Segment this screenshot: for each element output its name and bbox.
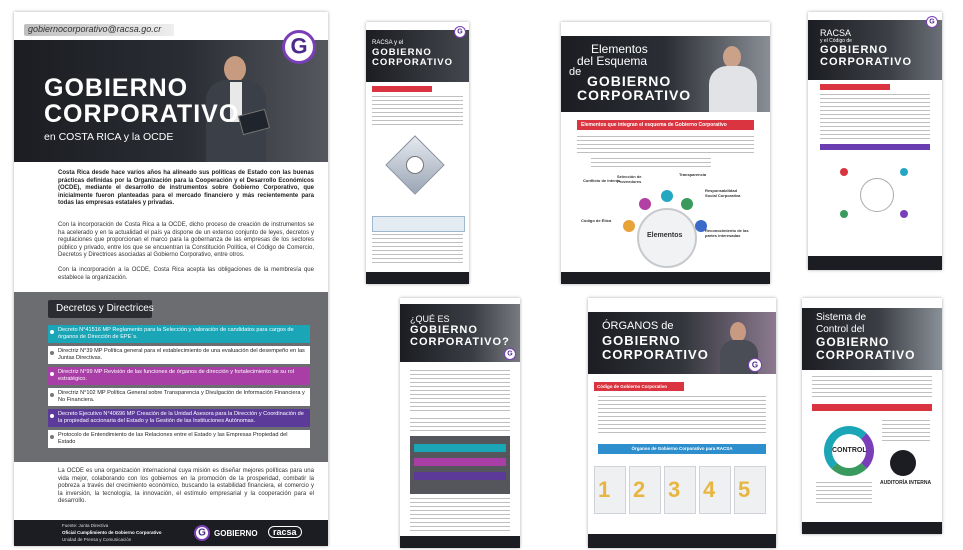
thumb3-title-3: GOBIERNO xyxy=(820,44,888,56)
thumb5-title-3: CORPORATIVO xyxy=(602,347,709,362)
thumb-elementos-esquema: Elementos del Esquema de GOBIERNO CORPOR… xyxy=(561,22,770,284)
decree-text: Directriz N°39 MP Política general para … xyxy=(58,348,305,361)
thumb5-title-2: GOBIERNO xyxy=(602,333,681,348)
element-label: Transparencia xyxy=(679,172,707,177)
decree-item: Protocolo de Entendimiento de las Relaci… xyxy=(48,430,310,448)
numbered-card: 1 xyxy=(594,466,626,514)
paragraph-3: Con la incorporación a la OCDE, Costa Ri… xyxy=(58,267,314,281)
thumb5-blue-band: Órganos de Gobierno Corporativo para RAC… xyxy=(598,444,766,454)
footer-source: Fuente: Junta Directiva xyxy=(62,523,109,528)
thumb6-title-4: CORPORATIVO xyxy=(816,348,916,362)
email-text[interactable]: gobiernocorporativo@racsa.go.cr xyxy=(28,24,161,34)
thumb1-title-small: RACSA y el xyxy=(372,40,404,46)
audit-label: AUDITORÍA INTERNA xyxy=(880,480,932,486)
element-label: Responsabilidad Social Corporativa xyxy=(705,188,741,198)
thumb2-red-band: Elementos que integran el esquema de Gob… xyxy=(577,120,754,130)
paragraph-2: Con la incorporación de Costa Rica a la … xyxy=(58,222,314,258)
numbered-card: 4 xyxy=(699,466,731,514)
decree-text: Directriz N°102 MP Política General sobr… xyxy=(58,390,305,403)
thumb4-title-1: ¿QUÉ ES xyxy=(410,314,450,324)
decree-text: Protocolo de Entendimiento de las Relaci… xyxy=(58,432,288,445)
thumb3-diagram xyxy=(830,156,920,236)
thumb2-title-2: del Esquema xyxy=(577,54,648,68)
bullet-icon xyxy=(50,393,54,397)
numbered-card: 5 xyxy=(734,466,766,514)
decree-text: Decreto N°41516 MP Reglamento para la Se… xyxy=(58,327,294,340)
thumb4-logo-icon: G xyxy=(504,348,516,360)
footer-officer: Oficial Cumplimiento de Gobierno Corpora… xyxy=(62,530,162,535)
card-number: 2 xyxy=(633,477,646,502)
hero-subtitle: en COSTA RICA y la OCDE xyxy=(44,131,174,143)
elements-diagram: Elementos Conflicto de interés Selección … xyxy=(581,172,751,268)
element-label: Selección de Proveedores xyxy=(617,174,642,184)
footer-unit: Unidad de Prensa y Comunicación xyxy=(62,537,132,542)
intro-paragraph: Costa Rica desde hace varios años ha ali… xyxy=(58,170,314,206)
thumb5-red-band: Código de Gobierno Corporativo xyxy=(594,382,684,391)
element-label: Reconocimiento de las partes interesadas xyxy=(705,228,749,238)
thumb3-title-4: CORPORATIVO xyxy=(820,56,913,68)
thumb6-title-2: Control del xyxy=(816,324,865,335)
thumb2-title-4: GOBIERNO xyxy=(587,73,672,89)
element-label: Código de Ética xyxy=(581,218,612,223)
thumb6-title-1: Sistema de xyxy=(816,312,867,323)
control-word: CONTROL xyxy=(832,447,867,454)
gobierno-logo-icon: G xyxy=(282,30,316,64)
decree-item: Decreto N°41516 MP Reglamento para la Se… xyxy=(48,325,310,343)
thumb5-title-1: ÓRGANOS de xyxy=(602,320,674,332)
footer-g-icon: G xyxy=(194,525,210,541)
thumb-racsa-gobierno: G RACSA y el GOBIERNO CORPORATIVO xyxy=(366,22,469,284)
decree-item: Directriz N°102 MP Política General sobr… xyxy=(48,388,310,406)
bullet-icon xyxy=(50,435,54,439)
card-number: 3 xyxy=(668,477,681,502)
hero-banner: GOBIERNO CORPORATIVO en COSTA RICA y la … xyxy=(14,40,328,162)
thumb2-title-5: CORPORATIVO xyxy=(577,87,692,103)
decrees-section: Decretos y Directrices Decreto N°41516 M… xyxy=(14,292,328,462)
closing-paragraph: La OCDE es una organización internaciona… xyxy=(58,468,314,504)
thumb1-title-2: CORPORATIVO xyxy=(372,57,454,68)
thumb3-logo-icon: G xyxy=(926,16,938,28)
thumb5-logo-icon: G xyxy=(748,358,762,372)
thumb4-title-3: CORPORATIVO? xyxy=(410,336,510,348)
footer-brand: GOBIERNO xyxy=(214,529,258,538)
main-infographic: gobiernocorporativo@racsa.go.cr GOBIERNO… xyxy=(14,12,328,546)
decree-text: Decreto Ejecutivo N°40696 MP Creación de… xyxy=(58,411,304,424)
thumb-que-es: G ¿QUÉ ES GOBIERNO CORPORATIVO? xyxy=(400,298,520,548)
footer: Fuente: Junta Directiva Oficial Cumplimi… xyxy=(14,520,328,546)
thumb-organos: G ÓRGANOS de GOBIERNO CORPORATIVO Código… xyxy=(588,298,776,548)
control-diagram: CONTROL AUDITORÍA INTERNA xyxy=(812,416,932,516)
card-number: 1 xyxy=(598,477,611,502)
decree-list: Decreto N°41516 MP Reglamento para la Se… xyxy=(48,325,310,451)
decree-item: Directriz N°99 MP Revisión de las funcio… xyxy=(48,367,310,385)
decree-text: Directriz N°99 MP Revisión de las funcio… xyxy=(58,369,294,382)
thumb4-title-2: GOBIERNO xyxy=(410,324,478,336)
section-title-tab: Decretos y Directrices xyxy=(48,300,154,318)
bullet-icon xyxy=(50,414,54,418)
thumb-logo-icon: G xyxy=(454,26,466,38)
card-number: 5 xyxy=(738,477,751,502)
decree-item: Decreto Ejecutivo N°40696 MP Creación de… xyxy=(48,409,310,427)
thumb6-title-3: GOBIERNO xyxy=(816,335,890,349)
numbered-card: 2 xyxy=(629,466,661,514)
bullet-icon xyxy=(50,372,54,376)
thumb3-title-1: RACSA xyxy=(820,28,852,38)
bullet-icon xyxy=(50,351,54,355)
thumb-sistema-control: Sistema de Control del GOBIERNO CORPORAT… xyxy=(802,298,942,534)
numbered-card: 3 xyxy=(664,466,696,514)
thumb-racsa-codigo: G RACSA y el Código de GOBIERNO CORPORAT… xyxy=(808,12,942,270)
hero-title-line2: CORPORATIVO xyxy=(44,100,240,128)
bullet-icon xyxy=(50,330,54,334)
numbered-cards: 12345 xyxy=(594,466,770,516)
decree-item: Directriz N°39 MP Política general para … xyxy=(48,346,310,364)
card-number: 4 xyxy=(703,477,716,502)
hero-title-line1: GOBIERNO xyxy=(44,74,189,102)
woman-photo xyxy=(701,40,761,112)
thumb2-title-3: de xyxy=(569,66,582,78)
thumb1-diagram xyxy=(385,135,445,195)
racsa-logo: racsa xyxy=(268,526,302,538)
section-title: Decretos y Directrices xyxy=(56,303,154,314)
